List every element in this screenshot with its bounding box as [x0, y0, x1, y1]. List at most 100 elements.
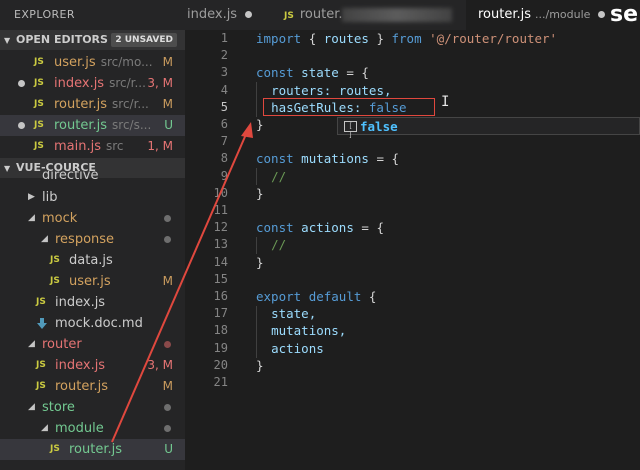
- js-file-icon: JS: [34, 120, 44, 130]
- tree-item-response[interactable]: ◢ response: [0, 229, 185, 250]
- code-line-6[interactable]: }: [256, 116, 264, 133]
- tree-item-user-js[interactable]: JS user.js M: [0, 271, 185, 292]
- open-editor-item-main-js[interactable]: JS main.js src 1, M: [0, 136, 185, 157]
- file-name: index.js: [55, 358, 106, 373]
- line-number: 14: [213, 254, 228, 269]
- tree-item-router-index-js[interactable]: JS index.js 3, M: [0, 355, 185, 376]
- folder-name: response: [55, 232, 115, 247]
- line-number: 8: [220, 151, 228, 166]
- folder-name: module: [55, 421, 104, 436]
- open-editor-item-store-router-js[interactable]: JS router.js src/s... U: [0, 115, 185, 136]
- open-editors-title: OPEN EDITORS: [16, 33, 108, 46]
- file-path: src/r...: [112, 97, 149, 111]
- open-editor-item-user-js[interactable]: JS user.js src/mo... M: [0, 52, 185, 73]
- line-number: 5: [220, 99, 228, 114]
- unsaved-dot-icon[interactable]: [598, 11, 606, 18]
- brace: }: [256, 185, 264, 201]
- open-editors-header[interactable]: ▼ OPEN EDITORS 2 UNSAVED: [0, 30, 185, 50]
- tab-path: .../module: [535, 8, 591, 21]
- tab-label: index.js: [187, 7, 238, 22]
- folder-name: lib: [42, 190, 58, 205]
- line-number: 13: [213, 237, 228, 252]
- line-number: 10: [213, 185, 228, 200]
- identifier: actions: [271, 340, 324, 356]
- modified-dot-icon: [164, 215, 171, 222]
- git-status: U: [164, 442, 173, 456]
- code-line-16[interactable]: export default {: [256, 288, 376, 305]
- git-status: 1, M: [147, 139, 173, 153]
- brace: {: [391, 151, 400, 167]
- code-editor[interactable]: 1 import { routes } from '@/router/route…: [185, 30, 640, 470]
- tree-item-mock[interactable]: ◢ mock: [0, 208, 185, 229]
- line-number: 9: [220, 168, 228, 183]
- tree-item-module[interactable]: ◢ module: [0, 418, 185, 439]
- tree-item-router-router-js[interactable]: JS router.js M: [0, 376, 185, 397]
- line-number: 16: [213, 289, 228, 303]
- tab-module-router-js[interactable]: router.js .../module: [466, 0, 616, 30]
- identifier: mutations: [301, 151, 369, 167]
- line-number: 4: [220, 82, 228, 97]
- code-line-13[interactable]: //: [256, 236, 286, 253]
- brace: }: [376, 31, 384, 46]
- folder-name: router: [42, 337, 82, 352]
- line-number: 18: [213, 323, 228, 338]
- code-line-12[interactable]: const actions = {: [256, 219, 384, 236]
- tree-item-store[interactable]: ◢ store: [0, 397, 185, 418]
- js-file-icon: JS: [36, 297, 46, 307]
- comment: //: [271, 168, 287, 184]
- code-line-3[interactable]: const state = {: [256, 64, 369, 81]
- open-editor-item-index-js[interactable]: JS index.js src/r... 3, M: [0, 73, 185, 94]
- tree-item-mock-doc-md[interactable]: mock.doc.md: [0, 313, 185, 334]
- code-line-14[interactable]: }: [256, 254, 264, 271]
- unsaved-dot-icon[interactable]: [18, 122, 25, 129]
- file-name: index.js: [55, 295, 106, 310]
- js-file-icon: JS: [50, 255, 60, 265]
- tree-item-data-js[interactable]: JS data.js: [0, 250, 185, 271]
- brace: }: [256, 254, 264, 270]
- comment: //: [271, 237, 287, 253]
- tree-item-module-router-js[interactable]: JS router.js U: [0, 439, 185, 460]
- tab-label: router.: [299, 7, 343, 22]
- markdown-download-icon: [37, 318, 47, 329]
- code-line-1[interactable]: import { routes } from '@/router/router': [256, 30, 557, 47]
- line-number: 20: [213, 357, 228, 372]
- code-line-17[interactable]: state,: [256, 305, 316, 322]
- code-line-20[interactable]: }: [256, 357, 264, 374]
- tree-item-router[interactable]: ◢ router: [0, 334, 185, 355]
- js-file-icon: JS: [36, 360, 46, 370]
- brace: {: [368, 289, 377, 304]
- line-number: 21: [213, 375, 228, 389]
- autocomplete-popup[interactable]: [ ] false: [337, 117, 640, 139]
- tree-item-directive[interactable]: directive: [0, 171, 185, 185]
- keyword: const: [256, 65, 294, 81]
- open-editor-item-router-js[interactable]: JS router.js src/r... M: [0, 94, 185, 115]
- brace: {: [308, 31, 317, 46]
- chevron-down-icon: ▼: [4, 36, 11, 45]
- tree-item-lib[interactable]: ▶ lib: [0, 187, 185, 208]
- file-name: user.js: [69, 274, 111, 289]
- tab-router-js[interactable]: JS router.: [278, 0, 466, 30]
- code-line-19[interactable]: actions: [256, 340, 324, 357]
- tree-item-mock-index-js[interactable]: JS index.js: [0, 292, 185, 313]
- file-name: main.js: [54, 139, 101, 154]
- code-line-18[interactable]: mutations,: [256, 322, 346, 339]
- autocomplete-suggestion[interactable]: false: [360, 118, 398, 135]
- git-status: M: [162, 379, 173, 393]
- chevron-down-icon: ◢: [28, 402, 35, 412]
- code-line-10[interactable]: }: [256, 185, 264, 202]
- keyword-suggestion-icon: [ ]: [344, 121, 357, 139]
- tab-index-js[interactable]: index.js: [185, 0, 278, 30]
- js-file-icon: JS: [34, 141, 44, 151]
- code-line-8[interactable]: const mutations = {: [256, 150, 399, 167]
- blurred-tab-region: [342, 7, 453, 22]
- identifier: routes: [323, 31, 369, 46]
- identifier: actions: [301, 220, 354, 236]
- folder-name: directive: [42, 171, 99, 183]
- code-line-4[interactable]: routers: routes,: [256, 82, 391, 99]
- line-number: 2: [220, 48, 228, 63]
- unsaved-dot-icon[interactable]: [18, 80, 25, 87]
- code-line-9[interactable]: //: [256, 168, 286, 185]
- identifier: mutations,: [271, 323, 347, 339]
- unsaved-dot-icon[interactable]: [245, 11, 253, 18]
- file-name: user.js: [54, 55, 96, 70]
